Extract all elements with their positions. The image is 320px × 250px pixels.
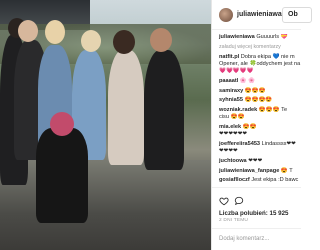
comment-2-emojis: 💗💗💗💗💗 <box>219 68 254 74</box>
ground <box>0 160 211 250</box>
comment-text: 😍 T <box>280 168 293 174</box>
comment-user[interactable]: mia.elek <box>219 124 241 130</box>
comment-text: 😍😍 <box>242 124 257 130</box>
post-actions: Liczba polubień: 15 925 2 DNI TEMU <box>212 187 301 223</box>
comment-8-continued: cisu 😍😍 <box>219 114 245 120</box>
comment-10: mia.elek 😍😍 <box>219 124 257 131</box>
post-header: juliawieniawa Ob <box>212 0 312 30</box>
comment-text: Guuuurls 💝 <box>256 34 288 40</box>
add-comment-placeholder[interactable]: Dodaj komentarz... <box>219 236 269 242</box>
comment-0: juliawieniawa Guuuurls 💝 <box>219 34 288 41</box>
comment-12-emojis: ❤❤❤❤ <box>219 148 238 154</box>
comment-15: juliawieniawa_fanpage 😍 T <box>219 168 293 175</box>
comment-2: natfit.pl Dobra ekipa 💙 nie m <box>219 54 295 61</box>
likes-count[interactable]: Liczba polubień: 15 925 <box>219 210 288 217</box>
comment-user[interactable]: wozniak.radek <box>219 107 257 113</box>
like-heart-icon[interactable] <box>219 196 229 206</box>
person-7-head <box>50 112 74 136</box>
comment-user[interactable]: syhnia55 <box>219 97 243 103</box>
person-5-head <box>113 30 135 54</box>
comment-text: 😍😍😍😍 <box>244 97 273 103</box>
instagram-post-view: juliawieniawa Ob juliawieniawa Guuuurls … <box>0 0 312 250</box>
load-more-comments-link[interactable]: załaduj więcej komentarzy <box>219 44 281 51</box>
person-5 <box>108 50 144 165</box>
post-photo[interactable] <box>0 0 211 250</box>
comment-text: Dobra ekipa 💙 nie m <box>240 54 295 60</box>
follow-button[interactable]: Ob <box>282 7 312 23</box>
comment-8: wozniak.radek 😍😍😍 Te <box>219 107 287 114</box>
post-date: 2 DNI TEMU <box>219 218 249 223</box>
person-3-head <box>45 20 65 44</box>
add-comment-area[interactable]: Dodaj komentarz... <box>212 228 301 250</box>
comment-text: 😍😍😍 Te <box>258 107 288 113</box>
comment-7: syhnia55 😍😍😍😍 <box>219 97 272 104</box>
comment-user[interactable]: juliawieniawa_fanpage <box>219 168 279 174</box>
comment-text: Jest ekipa :D bawc <box>251 177 299 183</box>
comment-5: paaaatl 🌸 🌸 <box>219 78 255 85</box>
comment-text: ❤❤❤ <box>248 158 263 164</box>
comment-12: joeffereiira5453 Lindassss❤❤ <box>219 141 296 148</box>
comment-user[interactable]: juliawieniawa <box>219 34 255 40</box>
person-4-head <box>81 30 101 52</box>
avatar[interactable] <box>219 8 233 22</box>
comment-2-continued: Opener, ale 🍀oddychem jest na <box>219 61 301 67</box>
comment-text: 😍😍😍 <box>244 88 266 94</box>
post-sidebar: juliawieniawa Ob juliawieniawa Guuuurls … <box>211 0 312 250</box>
person-6 <box>144 50 184 170</box>
comment-6: samiraxy 😍😍😍 <box>219 88 266 95</box>
comment-text: 🌸 🌸 <box>239 78 256 84</box>
comments-list: juliawieniawa Guuuurls 💝 załaduj więcej … <box>212 34 301 184</box>
comment-user[interactable]: juchtoowa <box>219 158 247 164</box>
comment-16: gosiaflloczf Jest ekipa :D bawc <box>219 177 298 184</box>
comment-14: juchtoowa ❤❤❤ <box>219 158 262 165</box>
comment-user[interactable]: samiraxy <box>219 88 243 94</box>
comment-user[interactable]: natfit.pl <box>219 54 239 60</box>
username[interactable]: juliawieniawa <box>237 11 282 18</box>
person-7-crouching <box>36 128 88 223</box>
comment-bubble-icon[interactable] <box>234 196 244 206</box>
person-2-head <box>18 20 38 42</box>
person-6-head <box>150 28 172 52</box>
comment-user[interactable]: joeffereiira5453 <box>219 141 260 147</box>
comment-user[interactable]: paaaatl <box>219 78 238 84</box>
comment-text: Lindassss❤❤ <box>261 141 296 147</box>
comment-10-emojis: ❤❤❤❤❤❤ <box>219 131 248 137</box>
comment-user[interactable]: gosiaflloczf <box>219 177 250 183</box>
